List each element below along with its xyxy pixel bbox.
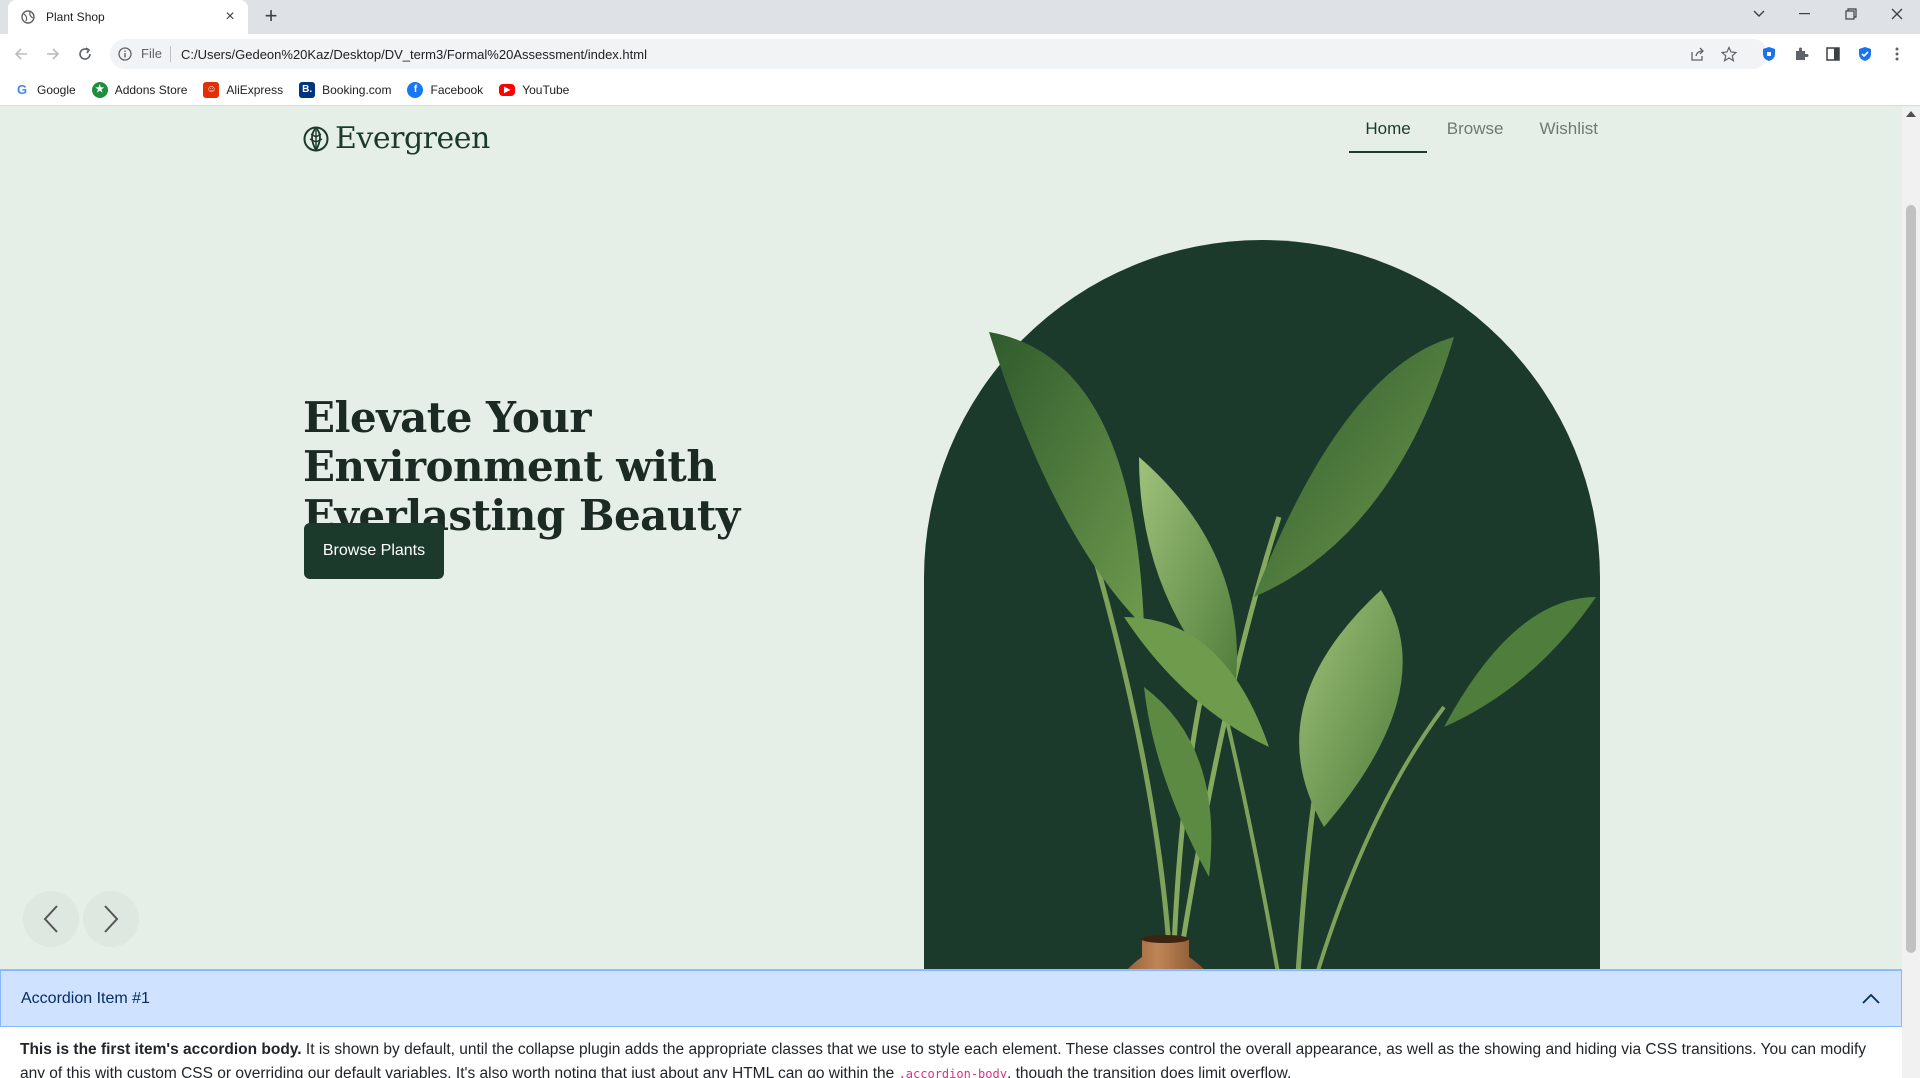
plant-in-vase-image — [989, 332, 1596, 1078]
bookmarks-bar: G Google ★ Addons Store ☺ AliExpress B. … — [0, 74, 1920, 106]
youtube-icon: ▶ — [499, 83, 516, 96]
browser-tab[interactable]: Plant Shop × — [8, 0, 248, 34]
puzzle-extensions-icon[interactable] — [1791, 44, 1811, 64]
addons-store-icon: ★ — [91, 81, 108, 98]
bookmark-label: YouTube — [522, 82, 570, 97]
accordion-body-strong: This is the first item's accordion body. — [20, 1041, 302, 1058]
page-content: Evergreen Home Browse Wishlist Elevate Y… — [0, 107, 1902, 1078]
accordion-item-title: Accordion Item #1 — [21, 989, 150, 1007]
aliexpress-icon: ☺ — [203, 81, 220, 98]
bookmark-addons-store[interactable]: ★ Addons Store — [91, 81, 188, 98]
chevron-left-icon — [43, 905, 58, 933]
bookmark-label: Google — [37, 82, 76, 97]
brand-name: Evergreen — [335, 121, 490, 156]
accordion-item-1-body: This is the first item's accordion body.… — [20, 1038, 1882, 1078]
bookmark-youtube[interactable]: ▶ YouTube — [499, 83, 569, 97]
scroll-up-arrow-icon[interactable] — [1906, 111, 1916, 117]
bookmark-booking[interactable]: B. Booking.com — [299, 81, 392, 98]
scrollbar-thumb[interactable] — [1906, 205, 1916, 953]
carousel-prev-button[interactable] — [23, 891, 79, 947]
minimize-icon[interactable] — [1782, 0, 1828, 28]
new-tab-button[interactable]: + — [259, 5, 283, 29]
accordion-item-1-header[interactable]: Accordion Item #1 — [0, 970, 1902, 1027]
facebook-icon: f — [407, 81, 424, 98]
bookmark-star-icon[interactable] — [1719, 44, 1739, 64]
nav-wishlist[interactable]: Wishlist — [1523, 119, 1614, 153]
reload-icon[interactable] — [73, 42, 97, 66]
bookmark-google[interactable]: G Google — [14, 81, 76, 98]
security-shield-icon[interactable] — [1855, 44, 1875, 64]
carousel-next-button[interactable] — [83, 891, 139, 947]
google-icon: G — [14, 81, 30, 98]
globe-icon — [20, 9, 36, 25]
shield-extension-icon[interactable] — [1759, 44, 1779, 64]
tab-title: Plant Shop — [46, 10, 105, 24]
bookmark-aliexpress[interactable]: ☺ AliExpress — [203, 81, 284, 98]
info-icon[interactable] — [118, 46, 134, 62]
bookmark-label: AliExpress — [226, 82, 284, 97]
main-nav: Home Browse Wishlist — [1345, 119, 1614, 153]
chevron-right-icon — [104, 905, 119, 933]
browser-tabstrip: Plant Shop × + — [0, 0, 1920, 34]
brand-logo[interactable]: Evergreen — [303, 121, 490, 156]
forward-arrow-icon[interactable] — [41, 42, 65, 66]
page-scrollbar[interactable] — [1902, 107, 1920, 1078]
address-bar[interactable]: File C:/Users/Gedeon%20Kaz/Desktop/DV_te… — [110, 39, 1768, 69]
accordion-body-tail: , though the transition does limit overf… — [1006, 1065, 1292, 1078]
bookmark-label: Booking.com — [322, 82, 392, 97]
booking-icon: B. — [299, 81, 316, 98]
close-tab-icon[interactable]: × — [222, 9, 238, 25]
scheme-label: File — [141, 46, 171, 62]
tab-search-chevron-icon[interactable] — [1736, 0, 1782, 28]
side-panel-icon[interactable] — [1823, 44, 1843, 64]
nav-home[interactable]: Home — [1349, 119, 1427, 153]
close-window-icon[interactable] — [1874, 0, 1920, 28]
bookmark-label: Facebook — [430, 82, 484, 97]
hero-title: Elevate Your Environment with Everlastin… — [303, 393, 740, 540]
restore-icon[interactable] — [1828, 0, 1874, 28]
leaf-logo-icon — [303, 126, 329, 152]
bookmark-facebook[interactable]: f Facebook — [407, 81, 484, 98]
chevron-up-icon — [1861, 989, 1881, 1009]
browse-plants-button[interactable]: Browse Plants — [304, 523, 444, 579]
back-arrow-icon[interactable] — [9, 42, 33, 66]
bookmark-label: Addons Store — [114, 82, 188, 97]
share-icon[interactable] — [1688, 44, 1708, 64]
more-menu-icon[interactable] — [1887, 44, 1907, 64]
accordion-body-code: .accordion-body — [898, 1067, 1007, 1078]
nav-browse[interactable]: Browse — [1431, 119, 1520, 153]
url-text[interactable]: C:/Users/Gedeon%20Kaz/Desktop/DV_term3/F… — [181, 47, 647, 62]
accordion: Accordion Item #1 This is the first item… — [0, 969, 1902, 1078]
browser-toolbar: File C:/Users/Gedeon%20Kaz/Desktop/DV_te… — [0, 34, 1920, 74]
